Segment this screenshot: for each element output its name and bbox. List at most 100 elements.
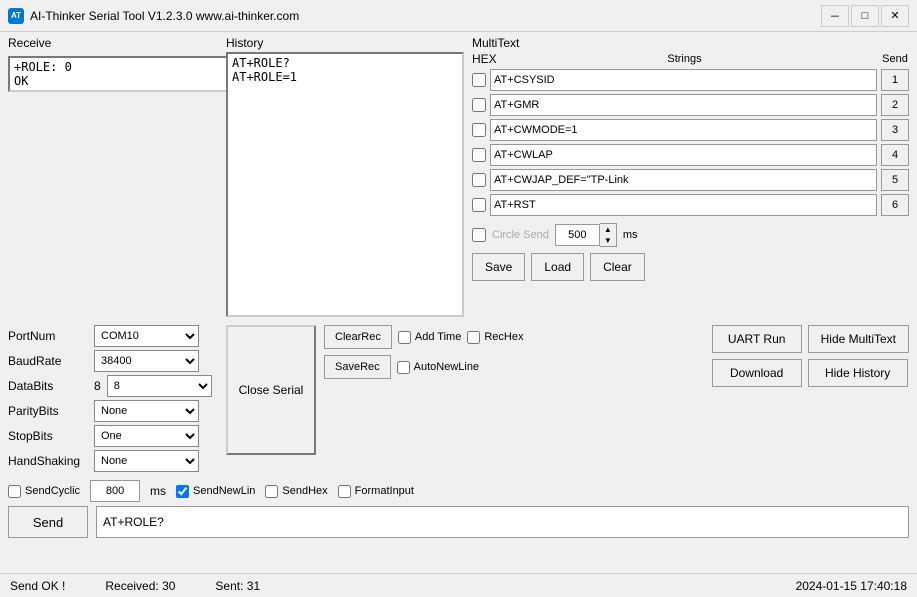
multitext-headers: HEX Strings Send bbox=[472, 52, 909, 66]
send-button[interactable]: Send bbox=[8, 506, 88, 538]
saverec-row: SaveRec AutoNewLine bbox=[324, 355, 523, 379]
mt-send-btn-1[interactable]: 1 bbox=[881, 69, 909, 91]
databits-select[interactable]: 8 bbox=[107, 375, 212, 397]
mt-string-6[interactable] bbox=[490, 194, 877, 216]
baudrate-label: BaudRate bbox=[8, 354, 88, 368]
autonewline-label: AutoNewLine bbox=[414, 361, 479, 373]
mt-row-6: 6 bbox=[472, 194, 909, 216]
sendcyclic-checkbox[interactable] bbox=[8, 485, 21, 498]
sendcyclic-group: SendCyclic bbox=[8, 485, 80, 498]
clearrec-button[interactable]: ClearRec bbox=[324, 325, 392, 349]
circle-send-input[interactable] bbox=[555, 224, 600, 246]
history-panel: History bbox=[226, 36, 464, 317]
mt-row-2: 2 bbox=[472, 94, 909, 116]
mt-checkbox-1[interactable] bbox=[472, 73, 486, 87]
sendhex-label: SendHex bbox=[282, 485, 327, 497]
addtime-checkbox[interactable] bbox=[398, 331, 411, 344]
mt-checkbox-2[interactable] bbox=[472, 98, 486, 112]
port-settings: Receive bbox=[8, 36, 218, 92]
baudrate-row: BaudRate 38400 bbox=[8, 350, 218, 372]
title-bar: AT AI-Thinker Serial Tool V1.2.3.0 www.a… bbox=[0, 0, 917, 32]
minimize-button[interactable]: － bbox=[821, 5, 849, 27]
portnum-label: PortNum bbox=[8, 329, 88, 343]
send-col-label: Send bbox=[881, 53, 909, 65]
close-button[interactable]: ✕ bbox=[881, 5, 909, 27]
autonewline-checkbox-group: AutoNewLine bbox=[397, 361, 479, 374]
received-status: Received: 30 bbox=[105, 579, 175, 593]
rechex-checkbox[interactable] bbox=[467, 331, 480, 344]
sendnewlin-label: SendNewLin bbox=[193, 485, 255, 497]
mt-string-2[interactable] bbox=[490, 94, 877, 116]
sendnewlin-checkbox[interactable] bbox=[176, 485, 189, 498]
hide-multitext-button[interactable]: Hide MultiText bbox=[808, 325, 909, 353]
spin-up-button[interactable]: ▲ bbox=[600, 224, 616, 235]
stopbits-label: StopBits bbox=[8, 429, 88, 443]
baudrate-select[interactable]: 38400 bbox=[94, 350, 199, 372]
middle-controls: PortNum COM10 BaudRate 38400 DataBits 8 … bbox=[8, 325, 909, 472]
ms-label: ms bbox=[150, 484, 166, 498]
rechex-checkbox-group: RecHex bbox=[467, 331, 523, 344]
title-bar-text: AI-Thinker Serial Tool V1.2.3.0 www.ai-t… bbox=[30, 9, 821, 23]
clear-button[interactable]: Clear bbox=[590, 253, 645, 281]
mt-send-btn-2[interactable]: 2 bbox=[881, 94, 909, 116]
status-bar: Send OK ! Received: 30 Sent: 31 2024-01-… bbox=[0, 573, 917, 597]
databits-row: DataBits 8 8 bbox=[8, 375, 218, 397]
mt-row-3: 3 bbox=[472, 119, 909, 141]
rechex-label: RecHex bbox=[484, 331, 523, 343]
addtime-checkbox-group: Add Time bbox=[398, 331, 461, 344]
load-button[interactable]: Load bbox=[531, 253, 584, 281]
portnum-row: PortNum COM10 bbox=[8, 325, 218, 347]
right-buttons-row2: Download Hide History bbox=[712, 359, 909, 387]
sendcyclic-label: SendCyclic bbox=[25, 485, 80, 497]
mt-send-btn-5[interactable]: 5 bbox=[881, 169, 909, 191]
save-button[interactable]: Save bbox=[472, 253, 525, 281]
history-textarea[interactable] bbox=[226, 52, 464, 317]
mt-string-1[interactable] bbox=[490, 69, 877, 91]
stopbits-select[interactable]: One bbox=[94, 425, 199, 447]
spin-down-button[interactable]: ▼ bbox=[600, 235, 616, 246]
formatinput-group: FormatInput bbox=[338, 485, 414, 498]
circle-send-checkbox[interactable] bbox=[472, 228, 486, 242]
mt-checkbox-3[interactable] bbox=[472, 123, 486, 137]
paritybits-select[interactable]: None bbox=[94, 400, 199, 422]
formatinput-label: FormatInput bbox=[355, 485, 414, 497]
close-serial-button[interactable]: Close Serial bbox=[226, 325, 316, 455]
mt-string-4[interactable] bbox=[490, 144, 877, 166]
hide-history-button[interactable]: Hide History bbox=[808, 359, 908, 387]
ms-input[interactable] bbox=[90, 480, 140, 502]
sendnewlin-group: SendNewLin bbox=[176, 485, 255, 498]
multitext-panel: MultiText HEX Strings Send 1 2 3 bbox=[472, 36, 909, 281]
maximize-button[interactable]: □ bbox=[851, 5, 879, 27]
mt-send-btn-3[interactable]: 3 bbox=[881, 119, 909, 141]
datetime-status: 2024-01-15 17:40:18 bbox=[796, 579, 907, 593]
mt-checkbox-4[interactable] bbox=[472, 148, 486, 162]
title-bar-controls: － □ ✕ bbox=[821, 5, 909, 27]
formatinput-checkbox[interactable] bbox=[338, 485, 351, 498]
circle-send-ms: ms bbox=[623, 229, 638, 241]
port-settings-panel: PortNum COM10 BaudRate 38400 DataBits 8 … bbox=[8, 325, 218, 472]
mt-checkbox-5[interactable] bbox=[472, 173, 486, 187]
circle-send-row: Circle Send ▲ ▼ ms bbox=[472, 223, 909, 247]
clearrec-row: ClearRec Add Time RecHex bbox=[324, 325, 523, 349]
download-button[interactable]: Download bbox=[712, 359, 802, 387]
send-input[interactable] bbox=[96, 506, 909, 538]
autonewline-checkbox[interactable] bbox=[397, 361, 410, 374]
mt-checkbox-6[interactable] bbox=[472, 198, 486, 212]
handshaking-label: HandShaking bbox=[8, 454, 88, 468]
uart-run-button[interactable]: UART Run bbox=[712, 325, 802, 353]
mt-send-btn-4[interactable]: 4 bbox=[881, 144, 909, 166]
mt-string-3[interactable] bbox=[490, 119, 877, 141]
databits-value: 8 bbox=[94, 379, 101, 393]
portnum-select[interactable]: COM10 bbox=[94, 325, 199, 347]
mt-string-5[interactable] bbox=[490, 169, 877, 191]
handshaking-select[interactable]: None bbox=[94, 450, 199, 472]
saverec-button[interactable]: SaveRec bbox=[324, 355, 391, 379]
paritybits-row: ParityBits None bbox=[8, 400, 218, 422]
addtime-label: Add Time bbox=[415, 331, 461, 343]
sendhex-checkbox[interactable] bbox=[265, 485, 278, 498]
history-label: History bbox=[226, 36, 464, 50]
stopbits-row: StopBits One bbox=[8, 425, 218, 447]
mt-send-btn-6[interactable]: 6 bbox=[881, 194, 909, 216]
strings-col-label: Strings bbox=[492, 53, 877, 65]
send-options: SendCyclic ms SendNewLin SendHex FormatI… bbox=[8, 480, 909, 502]
